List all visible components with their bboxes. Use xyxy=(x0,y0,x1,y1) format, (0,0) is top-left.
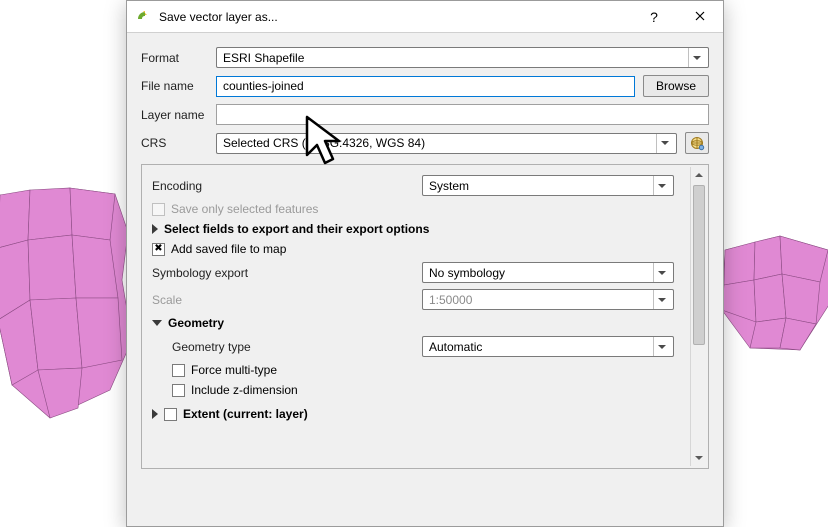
triangle-right-icon xyxy=(152,224,158,234)
triangle-right-icon xyxy=(152,409,158,419)
chevron-down-icon xyxy=(688,48,704,67)
chevron-down-icon xyxy=(656,134,672,153)
save-vector-layer-dialog: Save vector layer as... ? Format ESRI Sh… xyxy=(126,0,724,527)
format-select[interactable]: ESRI Shapefile xyxy=(216,47,709,68)
save-selected-label: Save only selected features xyxy=(171,202,318,216)
add-to-map-label: Add saved file to map xyxy=(171,242,286,256)
format-value: ESRI Shapefile xyxy=(223,51,688,65)
extent-label: Extent (current: layer) xyxy=(183,407,308,421)
save-selected-checkbox xyxy=(152,203,165,216)
select-fields-toggle[interactable]: Select fields to export and their export… xyxy=(152,222,686,236)
include-z-label: Include z-dimension xyxy=(191,383,298,397)
dialog-title: Save vector layer as... xyxy=(159,10,631,24)
scroll-down-arrow[interactable] xyxy=(691,450,707,466)
chevron-down-icon xyxy=(653,263,669,282)
globe-icon xyxy=(689,135,705,151)
map-region-east xyxy=(720,230,828,370)
layer-name-label: Layer name xyxy=(141,108,208,122)
select-fields-label: Select fields to export and their export… xyxy=(164,222,429,236)
symbology-label: Symbology export xyxy=(152,266,412,280)
titlebar: Save vector layer as... ? xyxy=(127,1,723,33)
encoding-value: System xyxy=(429,179,653,193)
scroll-thumb[interactable] xyxy=(693,185,705,345)
help-button[interactable]: ? xyxy=(631,2,677,32)
geometry-type-value: Automatic xyxy=(429,340,653,354)
symbology-select[interactable]: No symbology xyxy=(422,262,674,283)
crs-select[interactable]: Selected CRS (EPSG:4326, WGS 84) xyxy=(216,133,677,154)
extent-toggle[interactable]: Extent (current: layer) xyxy=(152,407,686,421)
scroll-up-arrow[interactable] xyxy=(691,167,707,183)
chevron-down-icon xyxy=(653,176,669,195)
geometry-type-select[interactable]: Automatic xyxy=(422,336,674,357)
browse-button[interactable]: Browse xyxy=(643,75,709,97)
crs-value: Selected CRS (EPSG:4326, WGS 84) xyxy=(223,136,656,150)
dialog-body: Format ESRI Shapefile File name Browse L… xyxy=(127,33,723,526)
symbology-value: No symbology xyxy=(429,266,653,280)
geometry-type-label: Geometry type xyxy=(172,340,412,354)
force-multi-checkbox[interactable] xyxy=(172,364,185,377)
scale-value: 1:50000 xyxy=(429,293,653,307)
force-multi-label: Force multi-type xyxy=(191,363,277,377)
layer-name-input[interactable] xyxy=(216,104,709,125)
geometry-toggle[interactable]: Geometry xyxy=(152,316,686,330)
format-label: Format xyxy=(141,51,208,65)
encoding-select[interactable]: System xyxy=(422,175,674,196)
options-panel: Encoding System Save only selected featu… xyxy=(141,164,709,469)
scale-label: Scale xyxy=(152,293,412,307)
include-z-checkbox[interactable] xyxy=(172,384,185,397)
triangle-down-icon xyxy=(152,320,162,326)
qgis-icon xyxy=(135,9,151,25)
file-name-input[interactable] xyxy=(216,76,635,97)
encoding-label: Encoding xyxy=(152,179,412,193)
close-icon xyxy=(695,10,705,24)
close-button[interactable] xyxy=(677,2,723,32)
scrollbar[interactable] xyxy=(690,167,706,466)
scale-select: 1:50000 xyxy=(422,289,674,310)
chevron-down-icon xyxy=(653,290,669,309)
extent-checkbox[interactable] xyxy=(164,408,177,421)
file-name-label: File name xyxy=(141,79,208,93)
chevron-down-icon xyxy=(653,337,669,356)
crs-label: CRS xyxy=(141,136,208,150)
crs-picker-button[interactable] xyxy=(685,132,709,154)
geometry-header: Geometry xyxy=(168,316,224,330)
add-to-map-checkbox[interactable] xyxy=(152,243,165,256)
